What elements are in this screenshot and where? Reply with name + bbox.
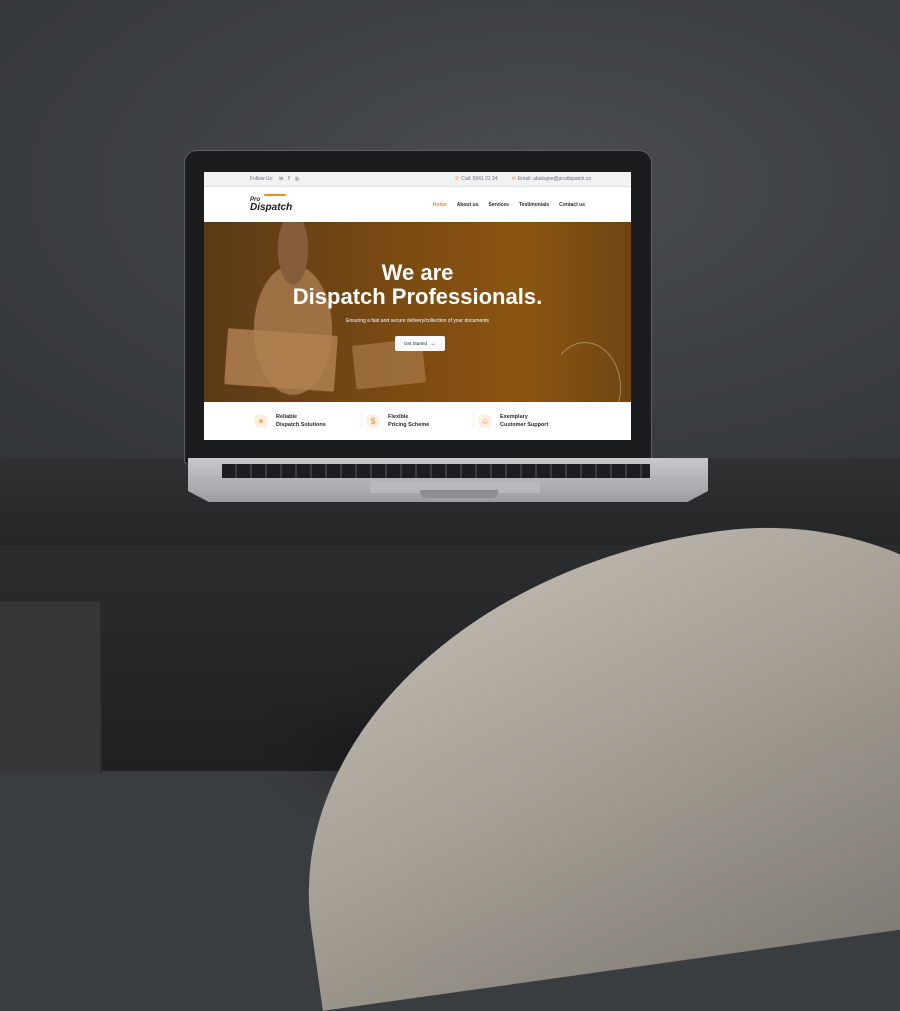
feature-subtitle: Dispatch Solutions [276, 422, 326, 428]
feature-flexible: $ Flexible Pricing Scheme [362, 412, 474, 430]
feature-reliable: ☀ Reliable Dispatch Solutions [250, 412, 362, 430]
nav-item-home[interactable]: Home [433, 202, 447, 208]
desk-drawer [0, 600, 102, 773]
feature-title: Reliable [276, 413, 298, 420]
feature-subtitle: Customer Support [500, 422, 549, 428]
laptop-keyboard [222, 464, 650, 478]
site-logo[interactable]: Pro Dispatch [250, 193, 293, 213]
headset-icon: ☺ [478, 414, 492, 428]
laptop-notch [420, 490, 498, 498]
hero-title-line2: Dispatch Professionals. [292, 284, 543, 309]
lightbulb-icon: ☀ [254, 414, 268, 428]
call-info[interactable]: ✆ Call: 5941 21 24 [455, 176, 498, 182]
logo-main-text: Dispatch [250, 201, 293, 213]
nav-item-services[interactable]: Services [488, 202, 509, 208]
email-text: Email: abakajoe@prodispatch.co [517, 176, 591, 182]
mail-icon: ✉ [511, 176, 516, 182]
package-image [224, 328, 338, 392]
hero-subtitle: Ensuring a fast and secure delivery/coll… [346, 318, 489, 324]
nav-item-about[interactable]: About us [457, 202, 479, 208]
feature-support: ☺ Exemplary Customer Support [474, 413, 585, 430]
arrow-right-icon: → [430, 340, 436, 347]
follow-label: Follow Us: [250, 176, 274, 182]
get-started-button[interactable]: Get Started → [395, 336, 445, 351]
email-info[interactable]: ✉ Email: abakajoe@prodispatch.co [512, 176, 591, 182]
laptop-screen: Follow Us: in f ◎ ✆ Call: 5941 21 24 ✉ E… [204, 172, 631, 440]
decorative-curve [549, 342, 621, 402]
feature-subtitle: Pricing Scheme [388, 422, 430, 428]
logo-swoosh [264, 193, 286, 196]
facebook-icon[interactable]: f [288, 176, 289, 182]
features-strip: ☀ Reliable Dispatch Solutions $ Flexible… [204, 402, 631, 440]
hero-banner: We are Dispatch Professionals. Ensuring … [204, 222, 631, 402]
nav-item-testimonials[interactable]: Testimonials [519, 202, 549, 208]
feature-title: Flexible [388, 413, 409, 420]
phone-icon: ✆ [455, 176, 460, 182]
linkedin-icon[interactable]: in [279, 176, 283, 182]
coin-icon: $ [366, 414, 380, 428]
feature-title: Exemplary [500, 413, 528, 420]
get-started-label: Get Started [403, 341, 427, 346]
nav-menu: Home About us Services Testimonials Cont… [433, 202, 585, 208]
hero-title-line1: We are [381, 260, 454, 285]
top-info-bar: Follow Us: in f ◎ ✆ Call: 5941 21 24 ✉ E… [204, 172, 631, 187]
call-text: Call: 5941 21 24 [461, 176, 498, 182]
nav-item-contact[interactable]: Contact us [559, 202, 585, 208]
social-links: in f ◎ [279, 176, 299, 182]
instagram-icon[interactable]: ◎ [295, 176, 299, 182]
main-navbar: Pro Dispatch Home About us Services Test… [204, 187, 631, 222]
